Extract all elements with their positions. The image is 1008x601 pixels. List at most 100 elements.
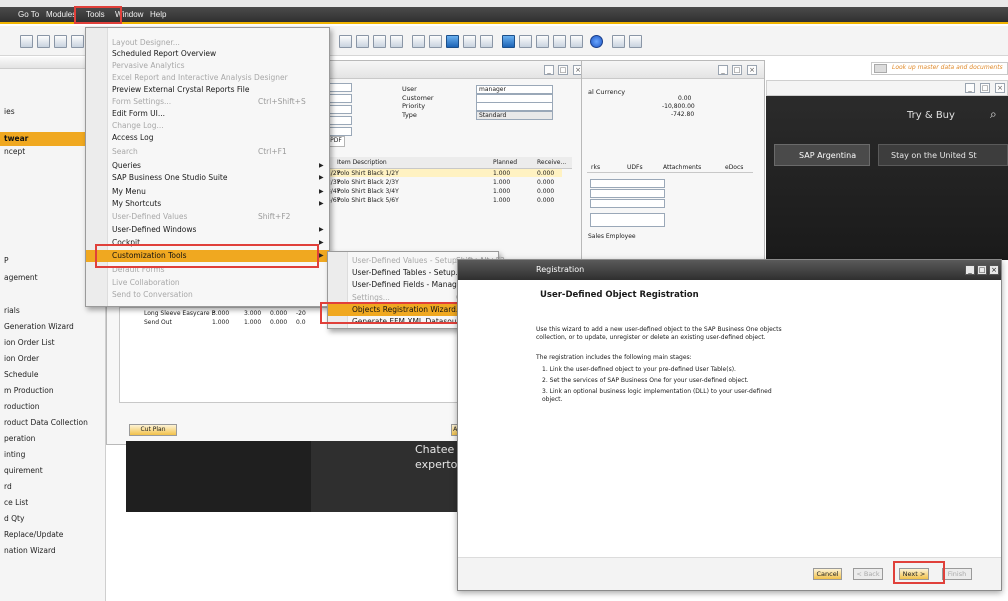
maximize-icon[interactable]: □	[732, 65, 742, 75]
grid-cell: 0.000	[270, 310, 288, 317]
filter-icon[interactable]	[356, 35, 369, 48]
maximize-icon[interactable]: □	[977, 265, 987, 275]
menu-item-excel-report-and-interactive-analysis-designer[interactable]: Excel Report and Interactive Analysis De…	[86, 72, 329, 84]
menu-item-scheduled-report-overview[interactable]: Scheduled Report Overview	[86, 48, 329, 60]
minimize-icon[interactable]: _	[965, 265, 975, 275]
previous-record-icon[interactable]	[429, 35, 442, 48]
module-item[interactable]: nation Wizard	[0, 544, 106, 558]
document-icon[interactable]	[502, 35, 515, 48]
menu-item-live-collaboration[interactable]: Live Collaboration	[86, 277, 329, 289]
search-icon[interactable]: ⌕	[990, 107, 997, 122]
priority-field[interactable]	[476, 102, 553, 111]
amount-value: 0.00	[678, 95, 692, 102]
menu-help[interactable]: Help	[150, 10, 166, 19]
field-box[interactable]	[327, 94, 352, 103]
user-icon[interactable]	[570, 35, 583, 48]
find-icon[interactable]	[390, 35, 403, 48]
next-record-icon[interactable]	[446, 35, 459, 48]
menu-item-edit-form-ui[interactable]: Edit Form UI...	[86, 108, 329, 120]
field-box[interactable]	[590, 199, 665, 208]
menu-item-sap-business-one-studio-suite[interactable]: SAP Business One Studio Suite ▶	[86, 172, 329, 184]
menu-item-user-defined-windows[interactable]: User-Defined Windows ▶	[86, 224, 329, 236]
field-box[interactable]	[590, 189, 665, 198]
try-buy-link[interactable]: Try & Buy	[907, 110, 955, 121]
module-item[interactable]: ion Order	[0, 352, 106, 366]
table-row[interactable]: 9-5/6Y Polo Shirt Black 5/6Y 1.000 0.000	[321, 196, 562, 204]
menu-item-access-log[interactable]: Access Log	[86, 132, 329, 144]
menu-item-change-log[interactable]: Change Log...	[86, 120, 329, 132]
field-box[interactable]	[327, 83, 352, 92]
tab-edocs[interactable]: eDocs	[725, 164, 743, 171]
module-item[interactable]: quirement	[0, 464, 106, 478]
calendar-icon[interactable]	[629, 35, 642, 48]
menu-item-form-settings[interactable]: Form Settings... Ctrl+Shift+S	[86, 96, 329, 108]
minimize-icon[interactable]: _	[544, 65, 554, 75]
first-record-icon[interactable]	[412, 35, 425, 48]
module-item[interactable]: m Production	[0, 384, 106, 398]
module-item[interactable]: ion Order List	[0, 336, 106, 350]
field-box[interactable]	[590, 179, 665, 188]
duplicate-icon[interactable]	[480, 35, 493, 48]
module-item[interactable]: peration	[0, 432, 106, 446]
user-select[interactable]: manager	[476, 85, 553, 94]
menu-modules[interactable]: Modules	[46, 10, 76, 19]
field-box[interactable]	[327, 127, 352, 136]
finish-button[interactable]: Finish	[942, 568, 972, 580]
export-icon[interactable]	[339, 35, 352, 48]
menu-item-pervasive-analytics[interactable]: Pervasive Analytics	[86, 60, 329, 72]
table-row[interactable]: 9-1/2Y Polo Shirt Black 1/2Y 1.000 0.000	[321, 169, 562, 177]
maximize-icon[interactable]: □	[558, 65, 568, 75]
module-item[interactable]: roduction	[0, 400, 106, 414]
field-box[interactable]	[327, 105, 352, 114]
menu-item-user-defined-values[interactable]: User-Defined Values Shift+F2	[86, 211, 329, 223]
menu-item-label: Edit Form UI...	[112, 109, 166, 118]
layout-icon[interactable]	[20, 35, 33, 48]
field-box[interactable]	[590, 213, 665, 227]
cut-plan-button[interactable]: Cut Plan	[129, 424, 177, 436]
print-icon[interactable]	[54, 35, 67, 48]
menu-item-queries[interactable]: Queries ▶	[86, 160, 329, 172]
table-row[interactable]: 9-2/3Y Polo Shirt Black 2/3Y 1.000 0.000	[321, 178, 562, 186]
tab-remarks[interactable]: rks	[591, 164, 600, 171]
tab-attachments[interactable]: Attachments	[663, 164, 701, 171]
close-icon[interactable]: ×	[995, 83, 1005, 93]
menu-goto[interactable]: Go To	[18, 10, 39, 19]
field-box[interactable]	[327, 116, 352, 125]
tab-udfs[interactable]: UDFs	[627, 164, 643, 171]
last-record-icon[interactable]	[463, 35, 476, 48]
table-row[interactable]: 9-3/4Y Polo Shirt Black 3/4Y 1.000 0.000	[321, 187, 562, 195]
grid-icon[interactable]	[536, 35, 549, 48]
module-item[interactable]: ce List	[0, 496, 106, 510]
module-item[interactable]: Schedule	[0, 368, 106, 382]
menu-item-search[interactable]: Search Ctrl+F1	[86, 146, 329, 158]
search-icon[interactable]	[874, 64, 887, 73]
close-icon[interactable]: ×	[989, 265, 999, 275]
help-icon[interactable]	[590, 35, 603, 48]
search-input[interactable]: Look up master data and documents	[871, 62, 1008, 75]
menu-item-send-to-conversation[interactable]: Send to Conversation	[86, 289, 329, 301]
menu-item-preview-external-crystal-reports-file[interactable]: Preview External Crystal Reports File	[86, 84, 329, 96]
menu-item-shortcut: Ctrl+F1	[258, 147, 287, 156]
maximize-icon[interactable]: □	[980, 83, 990, 93]
chart-icon[interactable]	[519, 35, 532, 48]
sort-icon[interactable]	[373, 35, 386, 48]
sap-argentina-button[interactable]: SAP Argentina	[774, 144, 870, 166]
module-item[interactable]: d Qty	[0, 512, 106, 526]
module-item[interactable]: inting	[0, 448, 106, 462]
menu-item-my-menu[interactable]: My Menu ▶	[86, 186, 329, 198]
menu-item-my-shortcuts[interactable]: My Shortcuts ▶	[86, 198, 329, 210]
module-item[interactable]: roduct Data Collection	[0, 416, 106, 430]
stay-on-button[interactable]: Stay on the United St	[878, 144, 1008, 166]
cancel-button[interactable]: Cancel	[813, 568, 842, 580]
settings-icon[interactable]	[612, 35, 625, 48]
close-icon[interactable]: ×	[747, 65, 757, 75]
minimize-icon[interactable]: _	[965, 83, 975, 93]
module-item[interactable]: rd	[0, 480, 106, 494]
module-item[interactable]: Replace/Update	[0, 528, 106, 542]
email-icon[interactable]	[71, 35, 84, 48]
pivot-icon[interactable]	[553, 35, 566, 48]
module-item[interactable]: Generation Wizard	[0, 320, 106, 334]
print-preview-icon[interactable]	[37, 35, 50, 48]
back-button[interactable]: < Back	[853, 568, 883, 580]
minimize-icon[interactable]: _	[718, 65, 728, 75]
